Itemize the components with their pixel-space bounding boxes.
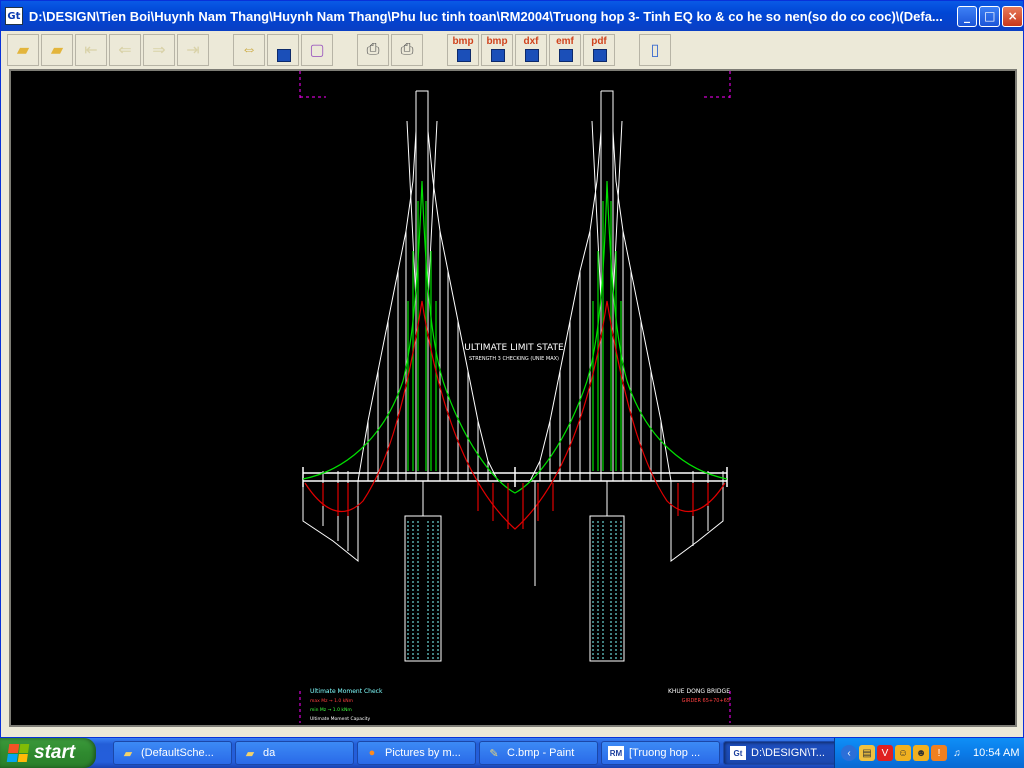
window-title: D:\DESIGN\Tien Boi\Huynh Nam Thang\Huynh… xyxy=(28,8,943,24)
export-bmp-button[interactable]: bmp xyxy=(447,34,479,66)
export-label: pdf xyxy=(591,36,607,47)
left-pile-group xyxy=(407,521,439,661)
left-tower xyxy=(406,90,438,481)
printer-icon: ⎙ xyxy=(366,41,380,58)
volume-icon[interactable]: ♫ xyxy=(949,745,965,761)
update-icon[interactable]: ! xyxy=(931,745,947,761)
export-bmp2-button[interactable]: bmp xyxy=(481,34,513,66)
printer-setup-icon: ⎙ xyxy=(400,41,414,58)
windows-logo-icon xyxy=(6,744,30,762)
antivirus-icon[interactable]: V xyxy=(877,745,893,761)
project-sub: GIRDER 65+70+65 xyxy=(682,698,730,704)
firefox-icon: ● xyxy=(368,747,376,759)
export-dxf-button[interactable]: dxf xyxy=(515,34,547,66)
task-paint[interactable]: ✎ C.bmp - Paint xyxy=(479,741,598,765)
open-folder-button[interactable]: ▰ xyxy=(7,34,39,66)
tray-expand-icon[interactable]: ‹ xyxy=(841,745,857,761)
task-label: C.bmp - Paint xyxy=(507,747,575,759)
disk-icon xyxy=(277,49,291,62)
legend-item-max: max Mz → 1.0 kNm xyxy=(310,698,353,704)
sheet-frame xyxy=(299,71,731,723)
start-label: start xyxy=(34,742,76,763)
right-pile-group xyxy=(592,521,622,661)
task-firefox[interactable]: ● Pictures by m... xyxy=(357,741,476,765)
disk-icon xyxy=(593,49,607,62)
application-window: Gt D:\DESIGN\Tien Boi\Huynh Nam Thang\Hu… xyxy=(0,0,1024,738)
previous-page-button[interactable]: ⇐ xyxy=(109,34,141,66)
task-da-folder[interactable]: ▰ da xyxy=(235,741,354,765)
print-button[interactable]: ⎙ xyxy=(357,34,389,66)
disk-icon xyxy=(491,49,505,62)
clock[interactable]: 10:54 AM xyxy=(973,747,1019,759)
folder-arrow-icon: ▰ xyxy=(50,42,64,59)
drawing-canvas[interactable]: ULTIMATE LIMIT STATE STRENGTH 3 CHECKING… xyxy=(9,69,1017,727)
task-rm2004[interactable]: RM [Truong hop ... xyxy=(601,741,720,765)
folder-icon: ▰ xyxy=(245,747,255,760)
task-label: Pictures by m... xyxy=(385,747,461,759)
messenger-icon[interactable]: ☺ xyxy=(895,745,911,761)
last-page-icon: ⇥ xyxy=(186,42,200,59)
paint-icon: ✎ xyxy=(489,747,499,760)
task-label: (DefaultSche... xyxy=(141,747,214,759)
first-page-button[interactable]: ⇤ xyxy=(75,34,107,66)
task-default-schedule[interactable]: ▰ (DefaultSche... xyxy=(113,741,232,765)
start-button[interactable]: start xyxy=(0,738,96,768)
help-book-button[interactable]: ▯ xyxy=(639,34,671,66)
export-label: dxf xyxy=(523,36,539,47)
legend-item-min: min Mz → 1.0 kNm xyxy=(310,707,352,713)
bridge-deck xyxy=(302,467,728,487)
task-label: D:\DESIGN\T... xyxy=(751,747,825,759)
title-bar[interactable]: Gt D:\DESIGN\Tien Boi\Huynh Nam Thang\Hu… xyxy=(1,1,1023,31)
previous-page-icon: ⇐ xyxy=(118,42,132,59)
legend-title: Ultimate Moment Check xyxy=(310,688,383,695)
diagram-subheading: STRENGTH 3 CHECKING (UNIE MAX) xyxy=(469,356,559,362)
yahoo-icon[interactable]: ☻ xyxy=(913,745,929,761)
network-icon[interactable]: ▤ xyxy=(859,745,875,761)
right-tower xyxy=(591,90,623,481)
next-page-icon: ⇒ xyxy=(152,42,166,59)
toolbar: ▰ ▰ ⇤ ⇐ ⇒ ⇥ ⇔ ▢ ⎙ ⎙ bmp bmp dxf emf pdf … xyxy=(7,32,1017,68)
disk-icon xyxy=(559,49,573,62)
save-region-button[interactable] xyxy=(267,34,299,66)
close-button[interactable]: × xyxy=(1002,5,1023,27)
export-label: bmp xyxy=(452,36,474,47)
select-region-button[interactable]: ▢ xyxy=(301,34,333,66)
legend-item-capacity: Ultimate Moment Capacity xyxy=(310,716,371,722)
print-setup-button[interactable]: ⎙ xyxy=(391,34,423,66)
app-icon[interactable]: Gt xyxy=(5,7,23,25)
export-emf-button[interactable]: emf xyxy=(549,34,581,66)
folder-icon: ▰ xyxy=(123,747,133,760)
fit-view-icon: ⇔ xyxy=(241,41,257,58)
open-folder-arrow-button[interactable]: ▰ xyxy=(41,34,73,66)
first-page-icon: ⇤ xyxy=(84,42,98,59)
moment-curves xyxy=(304,300,726,530)
export-pdf-button[interactable]: pdf xyxy=(583,34,615,66)
taskbar: start ▰ (DefaultSche... ▰ da ● Pictures by … xyxy=(0,738,1024,768)
select-region-icon: ▢ xyxy=(309,42,325,59)
diagram-heading: ULTIMATE LIMIT STATE xyxy=(464,343,564,353)
bridge-moment-diagram: ULTIMATE LIMIT STATE STRENGTH 3 CHECKING… xyxy=(299,71,731,723)
disk-icon xyxy=(457,49,471,62)
rm-app-icon: RM xyxy=(608,746,624,760)
open-folder-icon: ▰ xyxy=(16,42,30,59)
last-page-button[interactable]: ⇥ xyxy=(177,34,209,66)
task-gt-viewer[interactable]: Gt D:\DESIGN\T... xyxy=(723,741,842,765)
task-label: [Truong hop ... xyxy=(629,747,701,759)
system-tray: ‹ ▤ V ☺ ☻ ! ♫ 10:54 AM xyxy=(834,738,1024,768)
task-label: da xyxy=(263,747,276,759)
book-icon: ▯ xyxy=(650,42,660,59)
disk-icon xyxy=(525,49,539,62)
project-name: KHUE DONG BRIDGE xyxy=(668,688,730,695)
next-page-button[interactable]: ⇒ xyxy=(143,34,175,66)
maximize-button[interactable]: □ xyxy=(979,5,1001,27)
export-label: bmp xyxy=(486,36,508,47)
capacity-curves xyxy=(302,180,728,494)
gt-app-icon: Gt xyxy=(730,746,746,760)
minimize-button[interactable]: _ xyxy=(956,5,978,27)
export-label: emf xyxy=(556,36,574,47)
fit-view-button[interactable]: ⇔ xyxy=(233,34,265,66)
